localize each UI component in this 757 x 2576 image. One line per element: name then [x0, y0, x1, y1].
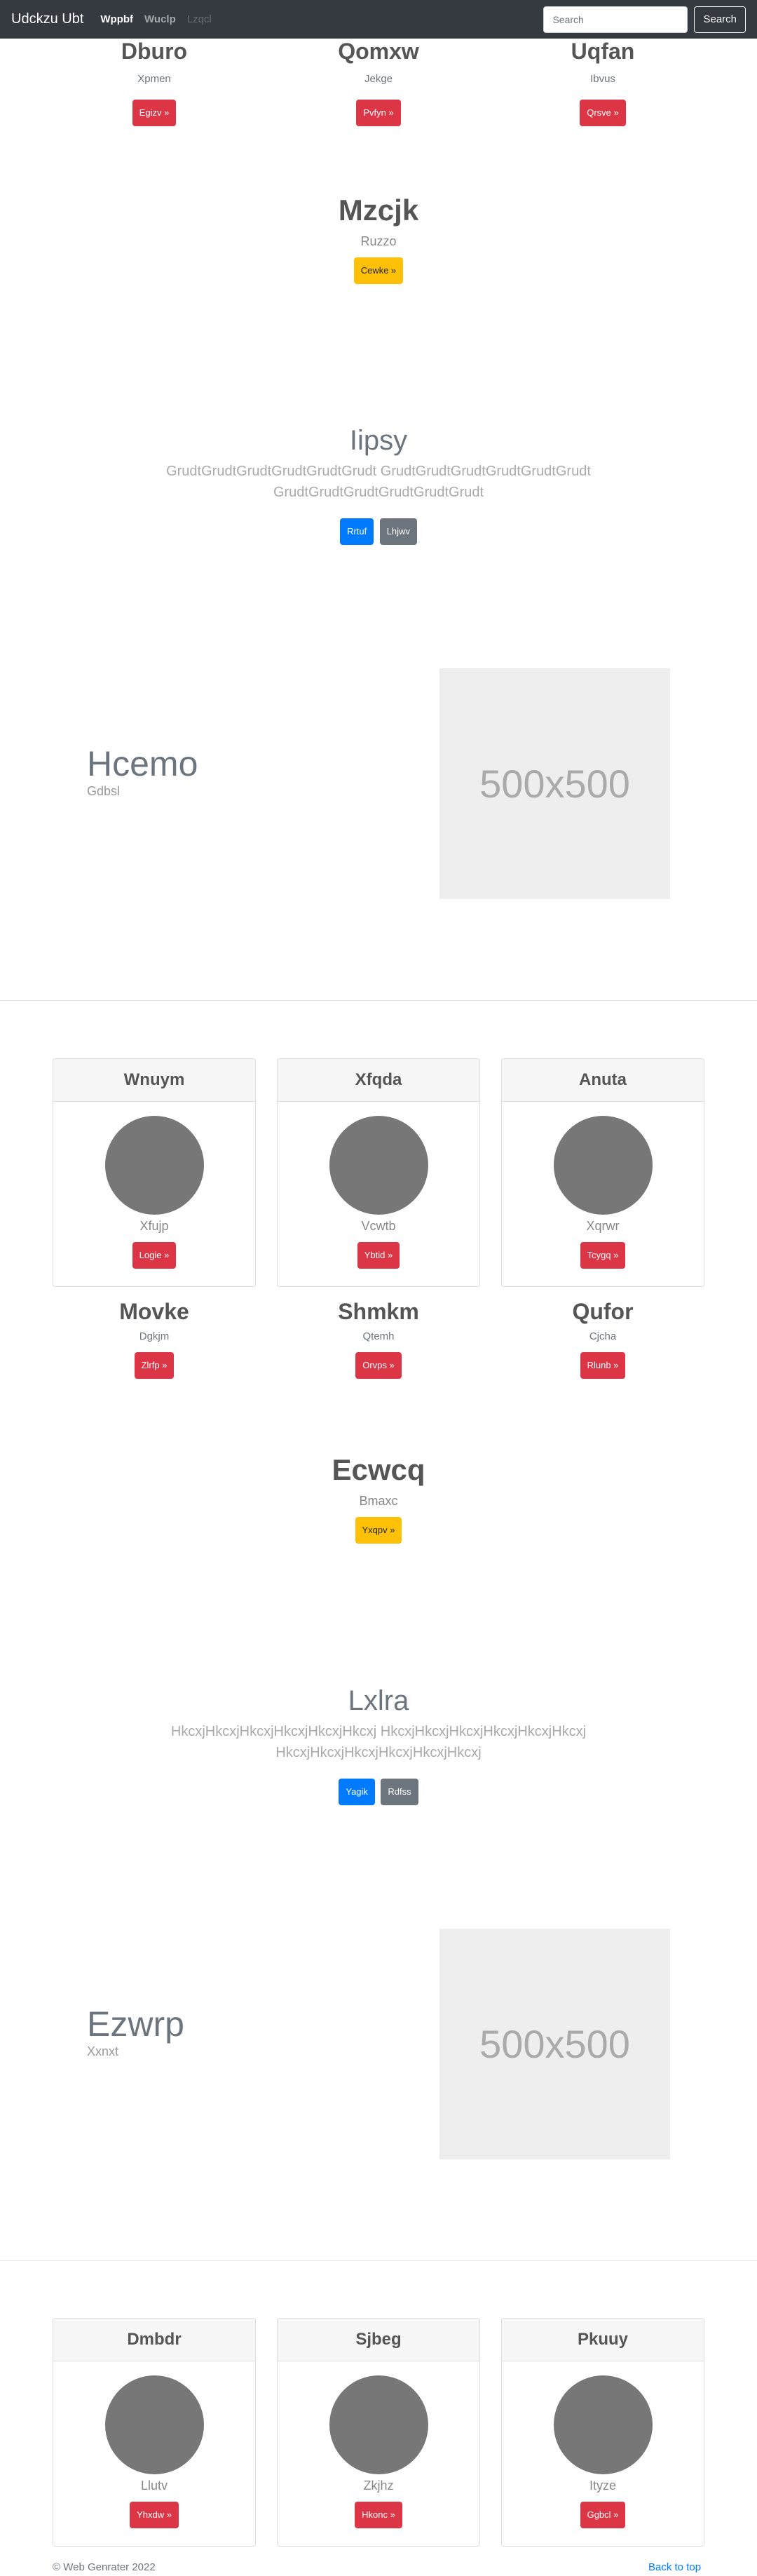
column-title: Dburo	[121, 39, 188, 64]
column-subtitle: Dgkjm	[139, 1330, 170, 1342]
avatar	[553, 2375, 653, 2474]
card-subtitle: Zkjhz	[363, 2479, 394, 2493]
jumbotron-subtitle: Bmaxc	[359, 1494, 398, 1508]
column-button[interactable]: Pvfyn »	[356, 100, 401, 126]
lead-primary-button[interactable]: Rrtuf	[340, 518, 374, 545]
navbar: Udckzu Ubt Wppbf Wuclp Lzqcl Search	[0, 0, 757, 39]
nav-link-2[interactable]: Wuclp	[144, 13, 176, 25]
card-subtitle: Xfujp	[139, 1219, 169, 1233]
column-2: Qomxw	[291, 39, 466, 65]
lead-primary-button[interactable]: Yagik	[339, 1779, 375, 1805]
back-to-top-link[interactable]: Back to top	[648, 2561, 701, 2573]
search-input[interactable]	[543, 6, 688, 33]
column-subtitle: Ibvus	[590, 73, 615, 85]
lead-text-line: GrudtGrudtGrudtGrudtGrudtGrudt	[273, 485, 484, 500]
placeholder-image: 500x500	[439, 1929, 670, 2159]
lead-text-line: HkcxjHkcxjHkcxjHkcxjHkcxjHkcxj HkcxjHkcx…	[170, 1724, 587, 1739]
column-5: Shmkm Qtemh Orvps »	[277, 1299, 480, 1379]
lead-section-1: Iipsy GrudtGrudtGrudtGrudtGrudtGrudt Gru…	[0, 425, 757, 545]
card-header: Sjbeg	[278, 2319, 479, 2361]
feature-2: Ezwrp Xxnxt	[87, 2004, 184, 2059]
card-header: Xfqda	[278, 1059, 479, 1102]
card-header: Wnuym	[53, 1059, 255, 1102]
card-subtitle: Xqrwr	[586, 1219, 620, 1233]
column-subtitle: Xpmen	[137, 73, 171, 85]
card-button[interactable]: Ggbcl »	[580, 2502, 626, 2528]
avatar	[329, 1116, 428, 1215]
column-title: Movke	[119, 1299, 189, 1324]
profile-card: Xfqda Vcwtb Ybtid »	[277, 1058, 480, 1287]
jumbotron-title: Mzcjk	[338, 194, 419, 227]
profile-card: Wnuym Xfujp Logie »	[53, 1058, 256, 1287]
jumbotron-title: Ecwcq	[332, 1453, 425, 1486]
card-subtitle: Ityze	[589, 2479, 616, 2493]
footer-copyright: © Web Genrater 2022	[53, 2561, 156, 2573]
jumbotron-1: Mzcjk Ruzzo Cewke »	[0, 194, 757, 284]
card-header: Dmbdr	[53, 2319, 255, 2361]
section-divider	[0, 1000, 757, 1001]
section-divider	[0, 2260, 757, 2261]
column-title: Shmkm	[338, 1299, 419, 1324]
column-button[interactable]: Zlrfp »	[134, 1352, 175, 1379]
card-button[interactable]: Tcygq »	[580, 1242, 626, 1269]
feature-subtitle: Xxnxt	[87, 2044, 119, 2058]
avatar	[329, 2375, 428, 2474]
avatar	[553, 1116, 653, 1215]
jumbotron-button[interactable]: Yxqpv »	[355, 1517, 402, 1544]
column-6: Qufor Cjcha Rlunb »	[501, 1299, 704, 1379]
feature-1: Hcemo Gdbsl	[87, 743, 198, 799]
card-header: Anuta	[502, 1059, 704, 1102]
card-header: Pkuuy	[502, 2319, 704, 2361]
column-title: Qufor	[572, 1299, 634, 1324]
profile-card: Dmbdr Llutv Yhxdw »	[53, 2318, 256, 2547]
feature-title: Hcemo	[87, 744, 198, 783]
nav-link-3: Lzqcl	[186, 13, 212, 25]
lead-title: Lxlra	[348, 1685, 409, 1716]
card-button[interactable]: Hkonc »	[355, 2502, 402, 2528]
profile-card: Pkuuy Ityze Ggbcl »	[501, 2318, 704, 2547]
search-form: Search	[543, 6, 746, 33]
feature-title: Ezwrp	[87, 2004, 184, 2044]
placeholder-image: 500x500	[439, 668, 670, 899]
navbar-brand[interactable]: Udckzu Ubt	[11, 11, 83, 27]
card-button[interactable]: Ybtid »	[357, 1242, 400, 1269]
column-button[interactable]: Qrsve »	[580, 100, 626, 126]
lead-text-line: HkcxjHkcxjHkcxjHkcxjHkcxjHkcxj	[275, 1745, 482, 1760]
profile-card: Anuta Xqrwr Tcygq »	[501, 1058, 704, 1287]
jumbotron-button[interactable]: Cewke »	[353, 257, 404, 284]
column-4: Movke Dgkjm Zlrfp »	[53, 1299, 256, 1379]
column-button[interactable]: Egizv »	[132, 100, 177, 126]
lead-text-line: GrudtGrudtGrudtGrudtGrudtGrudt GrudtGrud…	[166, 464, 591, 479]
search-button[interactable]: Search	[694, 6, 746, 33]
lead-secondary-button[interactable]: Lhjwv	[379, 518, 417, 545]
avatar	[104, 2375, 204, 2474]
card-subtitle: Llutv	[140, 2479, 168, 2493]
jumbotron-2: Ecwcq Bmaxc Yxqpv »	[0, 1453, 757, 1544]
column-subtitle: Jekge	[364, 73, 393, 85]
card-button[interactable]: Yhxdw »	[130, 2502, 179, 2528]
column-1: Dburo	[67, 39, 242, 65]
card-subtitle: Vcwtb	[361, 1219, 396, 1233]
lead-section-2: Lxlra HkcxjHkcxjHkcxjHkcxjHkcxjHkcxj Hkc…	[0, 1685, 757, 1805]
column-subtitle: Cjcha	[589, 1330, 617, 1342]
column-title: Qomxw	[338, 39, 419, 64]
feature-subtitle: Gdbsl	[87, 784, 121, 798]
avatar	[104, 1116, 204, 1215]
jumbotron-subtitle: Ruzzo	[360, 234, 397, 248]
nav-link-1[interactable]: Wppbf	[100, 13, 133, 25]
column-subtitle: Qtemh	[362, 1330, 395, 1342]
lead-title: Iipsy	[349, 425, 408, 456]
profile-card: Sjbeg Zkjhz Hkonc »	[277, 2318, 480, 2547]
column-button[interactable]: Rlunb »	[580, 1352, 626, 1379]
column-button[interactable]: Orvps »	[355, 1352, 402, 1379]
card-button[interactable]: Logie »	[132, 1242, 177, 1269]
column-title: Uqfan	[571, 39, 635, 64]
column-3: Uqfan	[515, 39, 690, 65]
lead-secondary-button[interactable]: Rdfss	[381, 1779, 418, 1805]
